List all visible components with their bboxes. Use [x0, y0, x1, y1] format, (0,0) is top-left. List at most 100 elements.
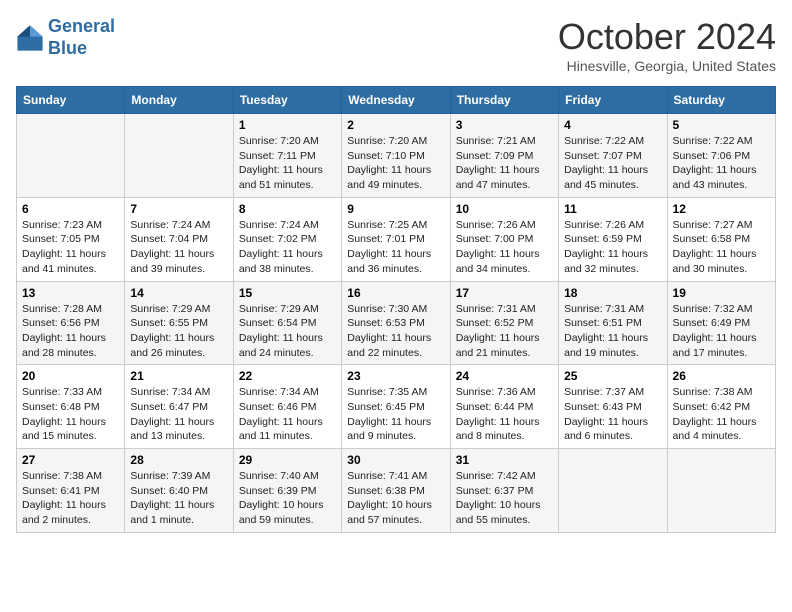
day-info: Sunrise: 7:34 AM Sunset: 6:46 PM Dayligh…	[239, 385, 336, 444]
day-number: 15	[239, 286, 336, 300]
day-info: Sunrise: 7:29 AM Sunset: 6:54 PM Dayligh…	[239, 302, 336, 361]
calendar-cell: 7 Sunrise: 7:24 AM Sunset: 7:04 PM Daylig…	[125, 197, 233, 281]
day-info: Sunrise: 7:41 AM Sunset: 6:38 PM Dayligh…	[347, 469, 444, 528]
day-number: 1	[239, 118, 336, 132]
day-number: 27	[22, 453, 119, 467]
calendar-body: 1 Sunrise: 7:20 AM Sunset: 7:11 PM Daylig…	[17, 114, 776, 533]
calendar-table: SundayMondayTuesdayWednesdayThursdayFrid…	[16, 86, 776, 533]
day-info: Sunrise: 7:35 AM Sunset: 6:45 PM Dayligh…	[347, 385, 444, 444]
day-info: Sunrise: 7:29 AM Sunset: 6:55 PM Dayligh…	[130, 302, 227, 361]
day-number: 4	[564, 118, 661, 132]
calendar-cell: 11 Sunrise: 7:26 AM Sunset: 6:59 PM Dayli…	[559, 197, 667, 281]
calendar-cell	[559, 449, 667, 533]
day-number: 9	[347, 202, 444, 216]
week-row-0: 1 Sunrise: 7:20 AM Sunset: 7:11 PM Daylig…	[17, 114, 776, 198]
calendar-cell: 23Sunrise: 7:35 AM Sunset: 6:45 PM Dayli…	[342, 365, 450, 449]
header-friday: Friday	[559, 87, 667, 114]
week-row-2: 13 Sunrise: 7:28 AM Sunset: 6:56 PM Dayli…	[17, 281, 776, 365]
day-info: Sunrise: 7:31 AM Sunset: 6:52 PM Dayligh…	[456, 302, 553, 361]
day-number: 13	[22, 286, 119, 300]
day-info: Sunrise: 7:28 AM Sunset: 6:56 PM Dayligh…	[22, 302, 119, 361]
day-info: Sunrise: 7:37 AM Sunset: 6:43 PM Dayligh…	[564, 385, 661, 444]
header-tuesday: Tuesday	[233, 87, 341, 114]
day-number: 21	[130, 369, 227, 383]
header-saturday: Saturday	[667, 87, 775, 114]
calendar-cell: 5 Sunrise: 7:22 AM Sunset: 7:06 PM Daylig…	[667, 114, 775, 198]
header-wednesday: Wednesday	[342, 87, 450, 114]
day-info: Sunrise: 7:26 AM Sunset: 6:59 PM Dayligh…	[564, 218, 661, 277]
calendar-cell: 4Sunrise: 7:22 AM Sunset: 7:07 PM Daylig…	[559, 114, 667, 198]
calendar-cell: 24 Sunrise: 7:36 AM Sunset: 6:44 PM Dayli…	[450, 365, 558, 449]
day-info: Sunrise: 7:25 AM Sunset: 7:01 PM Dayligh…	[347, 218, 444, 277]
day-number: 3	[456, 118, 553, 132]
day-info: Sunrise: 7:22 AM Sunset: 7:06 PM Dayligh…	[673, 134, 770, 193]
day-info: Sunrise: 7:20 AM Sunset: 7:10 PM Dayligh…	[347, 134, 444, 193]
calendar-cell: 19Sunrise: 7:32 AM Sunset: 6:49 PM Dayli…	[667, 281, 775, 365]
calendar-cell: 27 Sunrise: 7:38 AM Sunset: 6:41 PM Dayli…	[17, 449, 125, 533]
calendar-cell: 10 Sunrise: 7:26 AM Sunset: 7:00 PM Dayli…	[450, 197, 558, 281]
day-number: 22	[239, 369, 336, 383]
day-info: Sunrise: 7:20 AM Sunset: 7:11 PM Dayligh…	[239, 134, 336, 193]
day-number: 31	[456, 453, 553, 467]
day-number: 28	[130, 453, 227, 467]
week-row-1: 6Sunrise: 7:23 AM Sunset: 7:05 PM Daylig…	[17, 197, 776, 281]
calendar-cell: 21 Sunrise: 7:34 AM Sunset: 6:47 PM Dayli…	[125, 365, 233, 449]
day-number: 7	[130, 202, 227, 216]
calendar-cell: 13 Sunrise: 7:28 AM Sunset: 6:56 PM Dayli…	[17, 281, 125, 365]
calendar-cell	[667, 449, 775, 533]
logo: General Blue	[16, 16, 115, 59]
logo-icon	[16, 24, 44, 52]
title-block: October 2024 Hinesville, Georgia, United…	[558, 16, 776, 74]
calendar-cell: 17 Sunrise: 7:31 AM Sunset: 6:52 PM Dayli…	[450, 281, 558, 365]
header-monday: Monday	[125, 87, 233, 114]
logo-text: General Blue	[48, 16, 115, 59]
logo-general: General	[48, 16, 115, 36]
calendar-cell: 30Sunrise: 7:41 AM Sunset: 6:38 PM Dayli…	[342, 449, 450, 533]
day-info: Sunrise: 7:31 AM Sunset: 6:51 PM Dayligh…	[564, 302, 661, 361]
calendar-cell	[125, 114, 233, 198]
day-info: Sunrise: 7:24 AM Sunset: 7:04 PM Dayligh…	[130, 218, 227, 277]
calendar-cell: 25 Sunrise: 7:37 AM Sunset: 6:43 PM Dayli…	[559, 365, 667, 449]
calendar-cell: 6Sunrise: 7:23 AM Sunset: 7:05 PM Daylig…	[17, 197, 125, 281]
day-number: 16	[347, 286, 444, 300]
day-number: 10	[456, 202, 553, 216]
location: Hinesville, Georgia, United States	[558, 58, 776, 74]
day-number: 8	[239, 202, 336, 216]
calendar-cell: 29 Sunrise: 7:40 AM Sunset: 6:39 PM Dayli…	[233, 449, 341, 533]
day-info: Sunrise: 7:36 AM Sunset: 6:44 PM Dayligh…	[456, 385, 553, 444]
day-info: Sunrise: 7:38 AM Sunset: 6:41 PM Dayligh…	[22, 469, 119, 528]
day-info: Sunrise: 7:39 AM Sunset: 6:40 PM Dayligh…	[130, 469, 227, 528]
day-info: Sunrise: 7:38 AM Sunset: 6:42 PM Dayligh…	[673, 385, 770, 444]
day-info: Sunrise: 7:33 AM Sunset: 6:48 PM Dayligh…	[22, 385, 119, 444]
day-info: Sunrise: 7:40 AM Sunset: 6:39 PM Dayligh…	[239, 469, 336, 528]
day-number: 20	[22, 369, 119, 383]
calendar-cell: 31Sunrise: 7:42 AM Sunset: 6:37 PM Dayli…	[450, 449, 558, 533]
calendar-cell: 1 Sunrise: 7:20 AM Sunset: 7:11 PM Daylig…	[233, 114, 341, 198]
calendar-cell: 8Sunrise: 7:24 AM Sunset: 7:02 PM Daylig…	[233, 197, 341, 281]
day-info: Sunrise: 7:30 AM Sunset: 6:53 PM Dayligh…	[347, 302, 444, 361]
day-number: 25	[564, 369, 661, 383]
calendar-cell: 9 Sunrise: 7:25 AM Sunset: 7:01 PM Daylig…	[342, 197, 450, 281]
day-number: 29	[239, 453, 336, 467]
logo-blue: Blue	[48, 38, 87, 58]
day-number: 18	[564, 286, 661, 300]
month-title: October 2024	[558, 16, 776, 58]
calendar-cell: 26 Sunrise: 7:38 AM Sunset: 6:42 PM Dayli…	[667, 365, 775, 449]
week-row-4: 27 Sunrise: 7:38 AM Sunset: 6:41 PM Dayli…	[17, 449, 776, 533]
day-info: Sunrise: 7:21 AM Sunset: 7:09 PM Dayligh…	[456, 134, 553, 193]
day-number: 24	[456, 369, 553, 383]
calendar-header-row: SundayMondayTuesdayWednesdayThursdayFrid…	[17, 87, 776, 114]
day-number: 5	[673, 118, 770, 132]
day-number: 17	[456, 286, 553, 300]
day-number: 19	[673, 286, 770, 300]
day-info: Sunrise: 7:26 AM Sunset: 7:00 PM Dayligh…	[456, 218, 553, 277]
header-thursday: Thursday	[450, 87, 558, 114]
day-number: 2	[347, 118, 444, 132]
calendar-cell: 14Sunrise: 7:29 AM Sunset: 6:55 PM Dayli…	[125, 281, 233, 365]
calendar-cell: 18 Sunrise: 7:31 AM Sunset: 6:51 PM Dayli…	[559, 281, 667, 365]
calendar-cell: 16 Sunrise: 7:30 AM Sunset: 6:53 PM Dayli…	[342, 281, 450, 365]
day-number: 11	[564, 202, 661, 216]
day-info: Sunrise: 7:34 AM Sunset: 6:47 PM Dayligh…	[130, 385, 227, 444]
day-info: Sunrise: 7:23 AM Sunset: 7:05 PM Dayligh…	[22, 218, 119, 277]
day-number: 26	[673, 369, 770, 383]
